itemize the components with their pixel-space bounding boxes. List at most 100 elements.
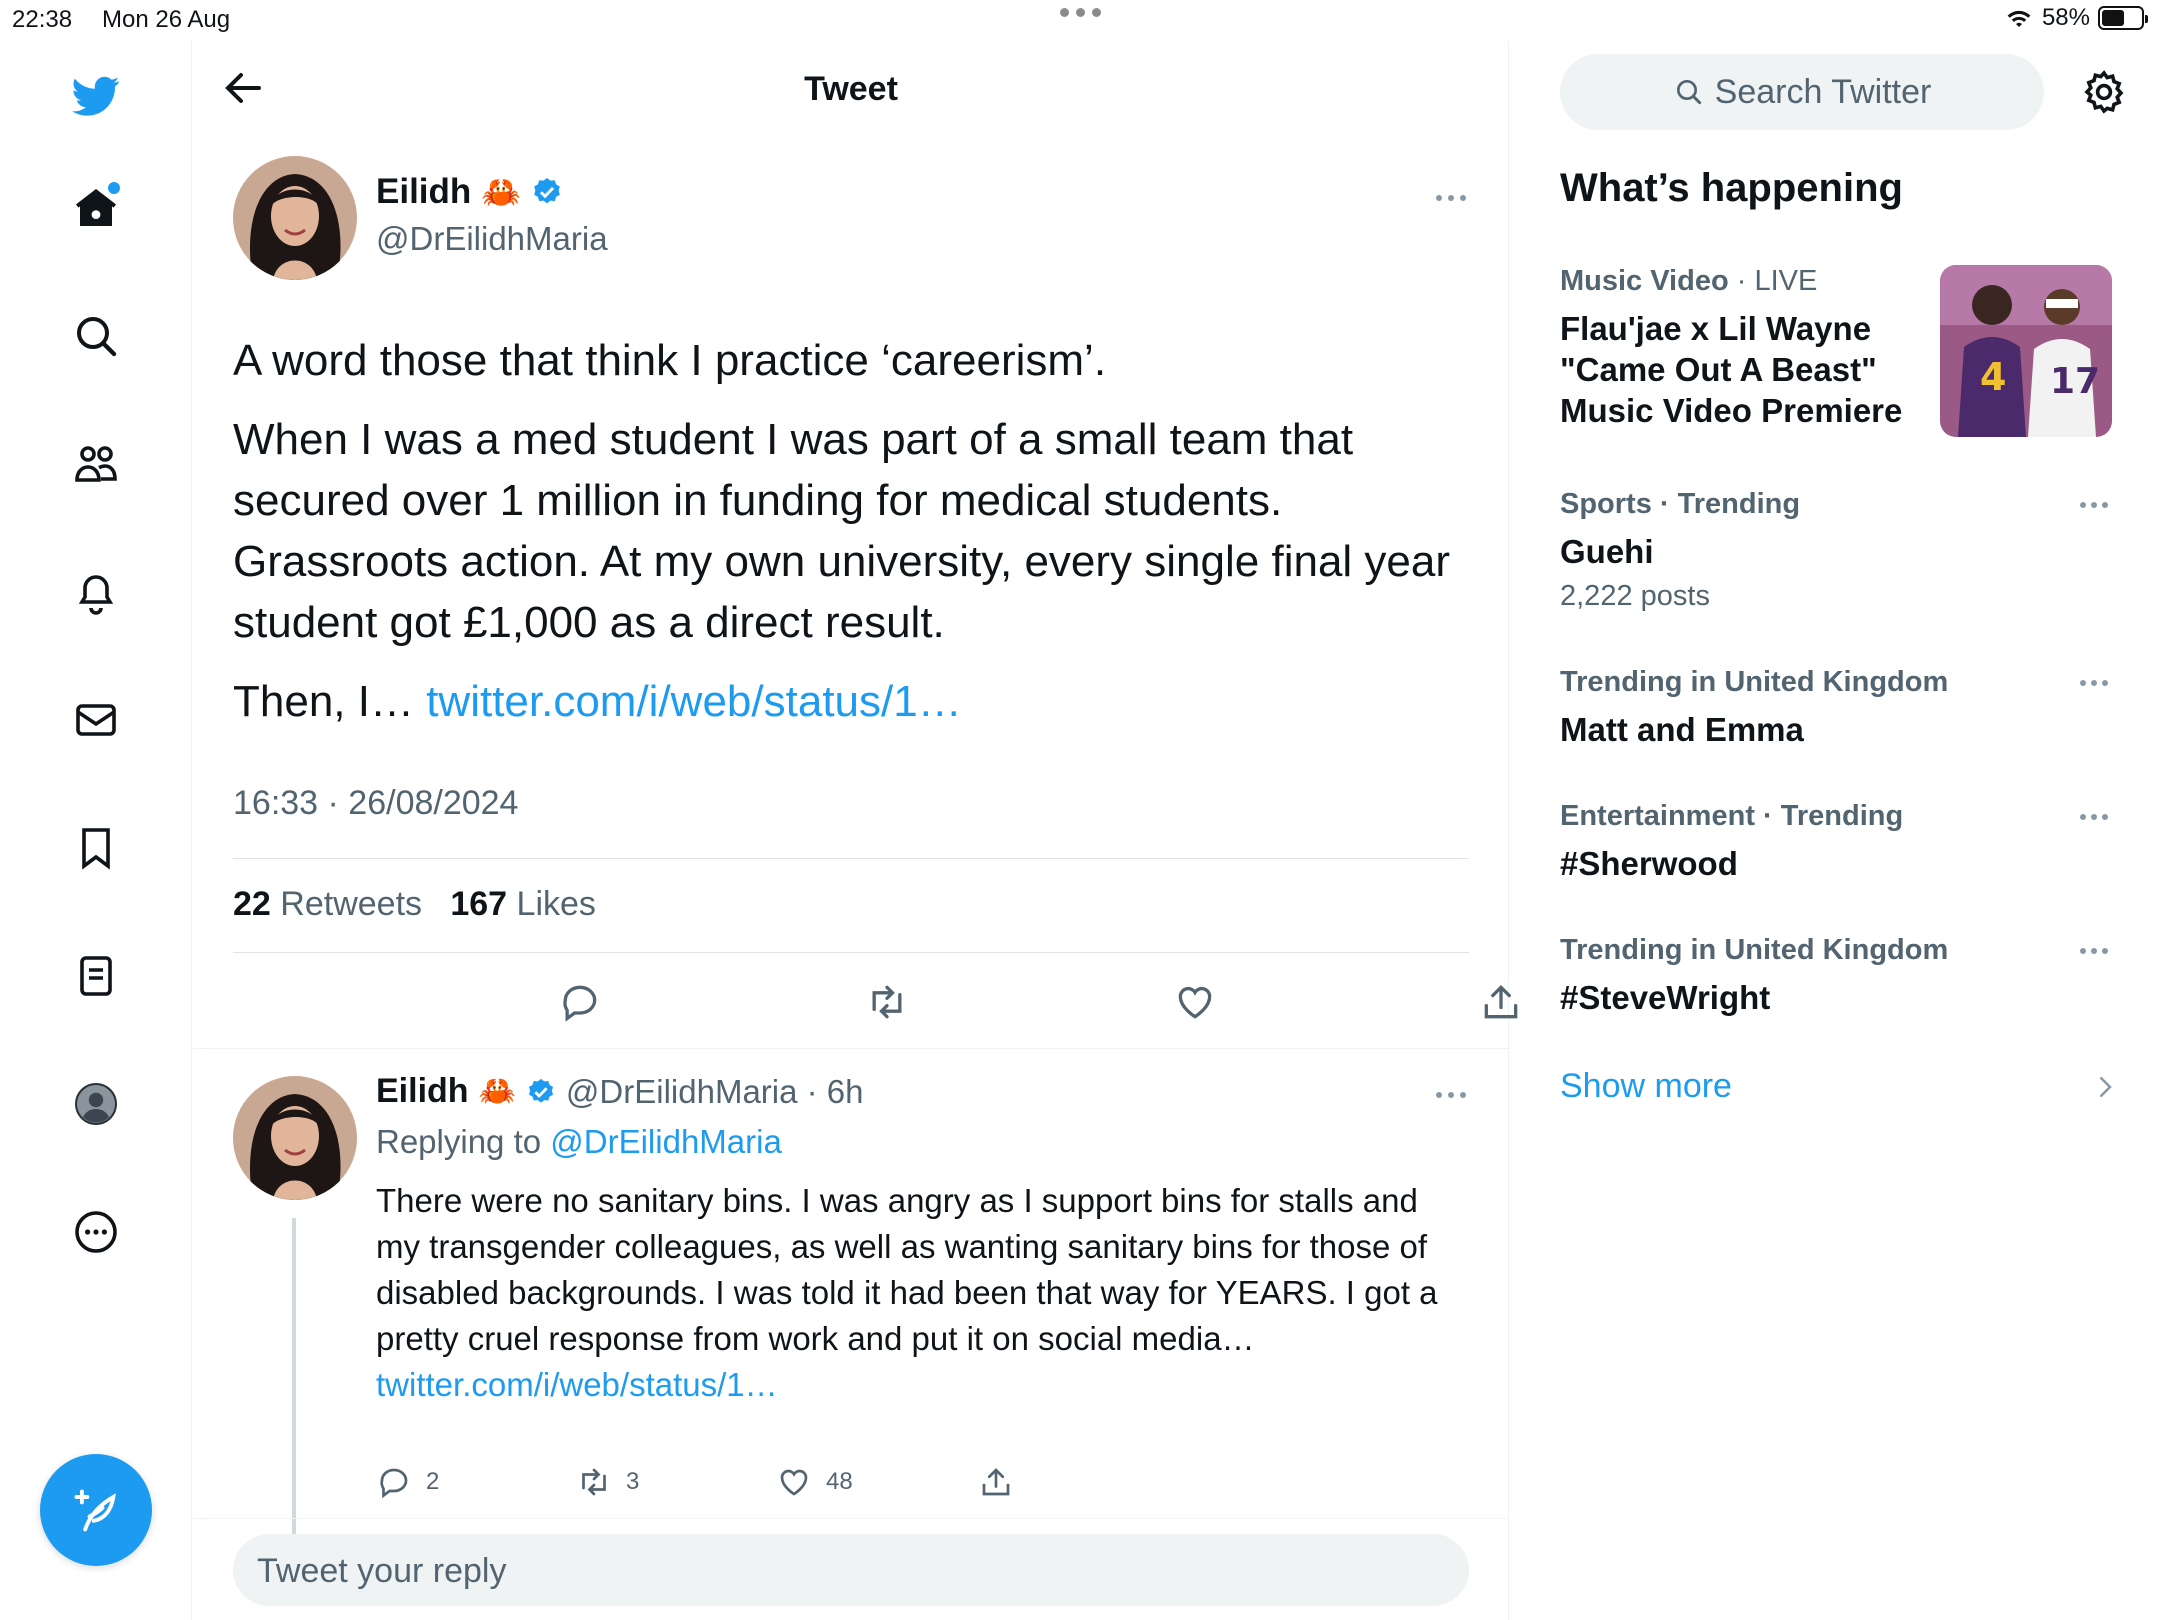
status-time: 22:38 [12, 6, 73, 33]
author-name[interactable]: Eilidh [376, 172, 471, 212]
trend-item[interactable]: Trending in United Kingdom #SteveWright [1560, 934, 2120, 1018]
nav-messages[interactable] [66, 690, 126, 750]
trend-more-options[interactable] [2080, 502, 2108, 508]
divider [193, 1518, 1509, 1519]
retweet-button[interactable] [865, 980, 915, 1030]
trend-item[interactable]: Entertainment · Trending #Sherwood [1560, 800, 2120, 884]
gear-icon[interactable] [2080, 68, 2128, 116]
right-sidebar: Search Twitter What’s happening Music Vi… [1510, 40, 2160, 1620]
tweet-para-3: Then, I… twitter.com/i/web/status/1… [233, 677, 962, 726]
trend-more-options[interactable] [2080, 680, 2108, 686]
heart-icon [1178, 987, 1212, 1019]
tweet-more-options[interactable] [1436, 195, 1466, 201]
search-icon [77, 317, 117, 357]
reply-link[interactable]: twitter.com/i/web/status/1… [376, 1366, 778, 1403]
reply-icon [380, 1468, 408, 1499]
mail-icon [76, 704, 116, 736]
like-button[interactable] [1173, 980, 1223, 1030]
heart-icon [780, 1469, 808, 1496]
whats-happening-heading: What’s happening [1560, 166, 1903, 210]
home-notification-dot [108, 182, 120, 194]
search-icon [1676, 80, 1701, 105]
trend-item[interactable]: Sports · Trending Guehi 2,222 posts [1560, 488, 2120, 613]
profile-avatar-icon [75, 1083, 117, 1125]
crab-emoji: 🦀 [478, 1075, 516, 1108]
retweets-stat[interactable]: 22 Retweets [233, 885, 422, 923]
trend-title: #SteveWright [1560, 979, 1771, 1016]
trend-title: Guehi [1560, 533, 1654, 570]
nav-more[interactable] [66, 1202, 126, 1262]
share-icon [982, 1468, 1010, 1496]
reply-author-name[interactable]: Eilidh [376, 1072, 469, 1111]
author-handle[interactable]: @DrEilidhMaria [376, 220, 608, 258]
reply-retweet-button[interactable]: 3 [576, 1464, 639, 1500]
trend-item[interactable]: Trending in United Kingdom Matt and Emma [1560, 666, 2120, 750]
reply-text: There were no sanitary bins. I was angry… [376, 1182, 1438, 1403]
reply-author-avatar[interactable] [233, 1076, 357, 1200]
divider [193, 1048, 1509, 1049]
crab-emoji: 🦀 [481, 174, 522, 210]
bookmark-icon [82, 828, 110, 870]
nav-communities[interactable] [66, 434, 126, 494]
reply-button[interactable] [558, 980, 608, 1030]
divider [233, 952, 1469, 953]
verified-badge-icon [528, 1078, 553, 1103]
compose-tweet-button[interactable] [40, 1454, 152, 1566]
reply-more-options[interactable] [1436, 1092, 1466, 1098]
compose-feather-icon [74, 1489, 116, 1532]
list-icon [80, 956, 112, 996]
battery-icon [2098, 6, 2148, 30]
status-date: Mon 26 Aug [102, 6, 231, 33]
trend-item[interactable]: Music Video · LIVE Flau'jae x Lil Wayne … [1560, 265, 1920, 431]
reply-input[interactable]: Tweet your reply [233, 1534, 1469, 1606]
twitter-logo-icon[interactable] [66, 66, 126, 126]
more-circle-icon [75, 1211, 117, 1253]
search-input[interactable]: Search Twitter [1560, 54, 2044, 130]
trend-more-options[interactable] [2080, 948, 2108, 954]
svg-text:17: 17 [2050, 361, 2100, 402]
retweet-icon [872, 985, 902, 1019]
verified-badge-icon [534, 178, 560, 204]
nav-bookmarks[interactable] [66, 818, 126, 878]
likes-stat[interactable]: 167 Likes [450, 885, 596, 923]
nav-notifications[interactable] [66, 562, 126, 622]
show-more-link[interactable]: Show more [1560, 1067, 1732, 1106]
author-name-row: Eilidh 🦀 [376, 172, 563, 212]
wifi-icon [2007, 10, 2031, 27]
reply-actions: 2 3 48 [376, 1464, 1276, 1508]
reply-name-row: Eilidh 🦀 @DrEilidhMaria · 6h [376, 1072, 864, 1111]
tweet-para-1: A word those that think I practice ‘care… [233, 336, 1107, 385]
nav-lists[interactable] [66, 946, 126, 1006]
trend-title: Matt and Emma [1560, 711, 1804, 748]
trend-more-options[interactable] [2080, 814, 2108, 820]
thread-line [292, 1218, 296, 1558]
svg-text:4: 4 [1980, 355, 2006, 399]
multitasking-dots[interactable] [1060, 8, 1101, 17]
status-bar: 22:38 Mon 26 Aug 58% [0, 0, 2160, 40]
replying-to: Replying to @DrEilidhMaria [376, 1123, 782, 1160]
tweet-link[interactable]: twitter.com/i/web/status/1… [426, 677, 962, 726]
main-column: Tweet Eilidh 🦀 @DrEilidhMaria A word tho… [193, 40, 1518, 1620]
tweet-actions [233, 980, 1518, 1040]
nav-explore[interactable] [66, 306, 126, 366]
reply-count: 2 [426, 1468, 440, 1495]
trend-title: Flau'jae x Lil Wayne "Came Out A Beast" … [1560, 310, 1903, 429]
page-title: Tweet [804, 70, 898, 108]
tweet-para-2: When I was a med student I was part of a… [233, 415, 1451, 647]
replying-to-handle[interactable]: @DrEilidhMaria [550, 1123, 782, 1160]
tweet-timestamp[interactable]: 16:33 · 26/08/2024 [233, 784, 518, 823]
search-placeholder: Search Twitter [1714, 72, 1932, 111]
nav-home[interactable] [66, 178, 126, 238]
reply-reply-button[interactable]: 2 [376, 1464, 439, 1500]
trend-thumbnail[interactable]: 4 17 [1940, 265, 2112, 437]
communities-icon [75, 446, 117, 482]
nav-profile[interactable] [66, 1074, 126, 1134]
author-avatar[interactable] [233, 156, 357, 280]
trend-title: #Sherwood [1560, 845, 1738, 882]
like-count: 48 [826, 1468, 853, 1495]
reply-like-button[interactable]: 48 [776, 1464, 853, 1500]
battery-percent: 58% [2041, 4, 2090, 31]
reply-share-button[interactable] [978, 1464, 1014, 1500]
divider [233, 858, 1469, 859]
reply-handle-time[interactable]: @DrEilidhMaria · 6h [566, 1073, 864, 1111]
